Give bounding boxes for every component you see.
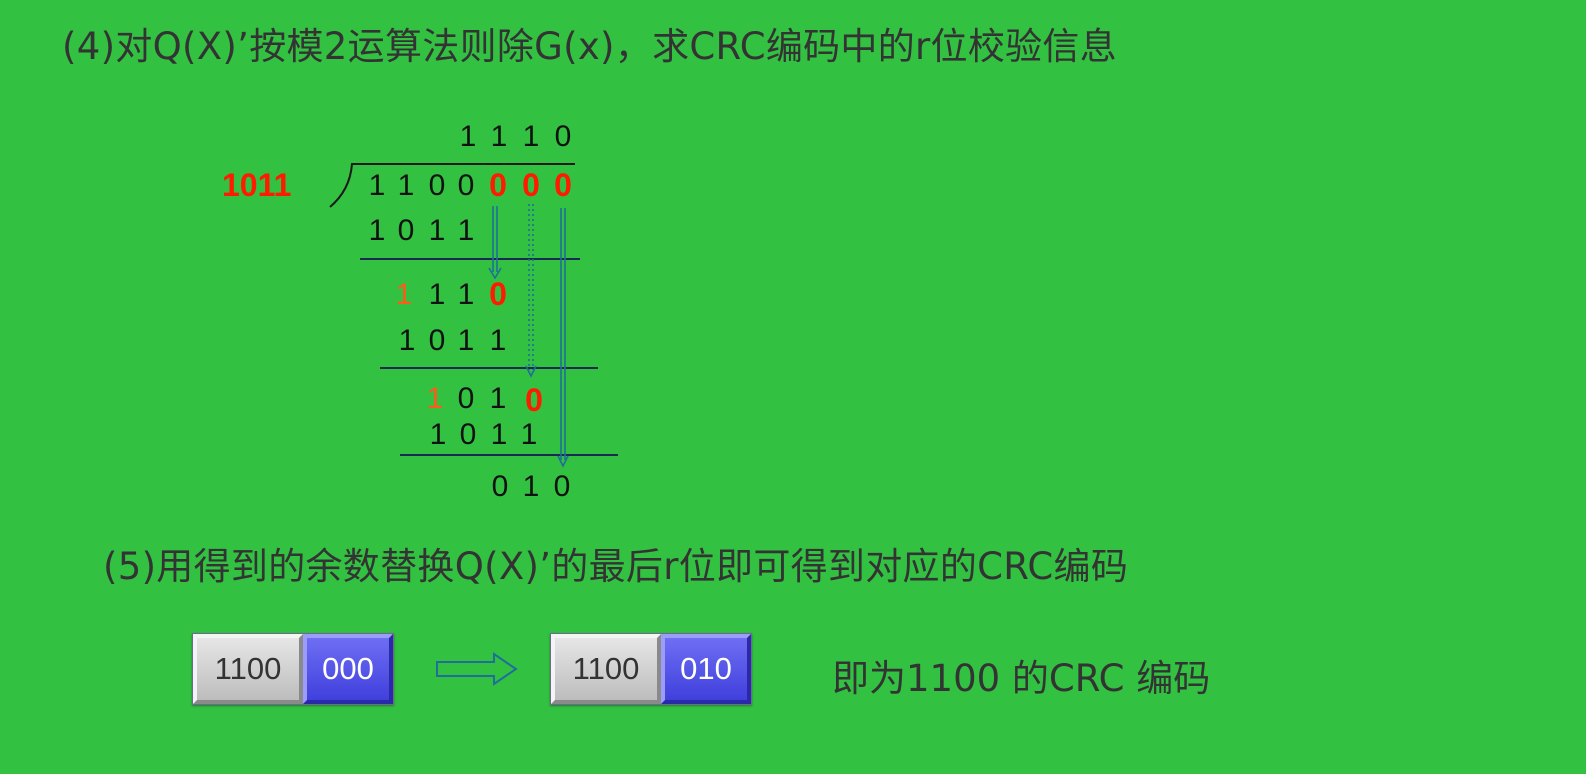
final-remainder-digit: 0 xyxy=(553,470,571,503)
result-caption: 即为1100 的CRC 编码 xyxy=(832,657,1211,700)
dividend-digit: 0 xyxy=(428,169,446,202)
quotient-digit: 1 xyxy=(522,120,540,153)
remainder-digit: 1 xyxy=(428,278,446,311)
subtrahend-digit: 1 xyxy=(368,214,386,247)
quotient-digit: 1 xyxy=(490,120,508,153)
subtrahend-digit: 1 xyxy=(457,324,475,357)
right-arrow-icon xyxy=(436,652,518,686)
brought-down-zero: 0 xyxy=(489,276,507,312)
divisor-label: 1011 xyxy=(222,167,292,203)
dividend-digit: 1 xyxy=(397,169,415,202)
remainder-digit: 1 xyxy=(489,382,507,415)
step5-heading: (5)用得到的余数替换Q(X)’的最后r位即可得到对应的CRC编码 xyxy=(103,545,1129,588)
quotient-digit: 1 xyxy=(459,120,477,153)
subtrahend-digit: 1 xyxy=(428,214,446,247)
check-bits-cell: 010 xyxy=(661,634,751,704)
appended-zero: 0 xyxy=(489,167,507,203)
appended-zero: 0 xyxy=(554,167,572,203)
check-bits-cell: 000 xyxy=(303,634,393,704)
remainder-digit: 1 xyxy=(426,382,444,415)
remainder-digit: 0 xyxy=(457,382,475,415)
subtrahend-digit: 0 xyxy=(397,214,415,247)
brought-down-zero: 0 xyxy=(525,382,543,418)
subtrahend-digit: 1 xyxy=(489,324,507,357)
final-remainder-digit: 1 xyxy=(522,470,540,503)
subtrahend-digit: 0 xyxy=(428,324,446,357)
subtrahend-digit: 1 xyxy=(490,418,508,451)
dividend-digit: 1 xyxy=(368,169,386,202)
remainder-digit: 1 xyxy=(395,278,413,311)
appended-zero: 0 xyxy=(522,167,540,203)
subtrahend-digit: 1 xyxy=(457,214,475,247)
remainder-digit: 1 xyxy=(457,278,475,311)
subtrahend-digit: 0 xyxy=(459,418,477,451)
final-remainder-digit: 0 xyxy=(491,470,509,503)
dividend-digit: 0 xyxy=(457,169,475,202)
data-bits-cell: 1100 xyxy=(551,634,661,704)
subtrahend-digit: 1 xyxy=(429,418,447,451)
subtrahend-digit: 1 xyxy=(520,418,538,451)
data-bits-cell: 1100 xyxy=(193,634,303,704)
codeword-after: 1100 010 xyxy=(550,633,752,705)
quotient-digit: 0 xyxy=(554,120,572,153)
codeword-before: 1100 000 xyxy=(192,633,394,705)
subtrahend-digit: 1 xyxy=(398,324,416,357)
